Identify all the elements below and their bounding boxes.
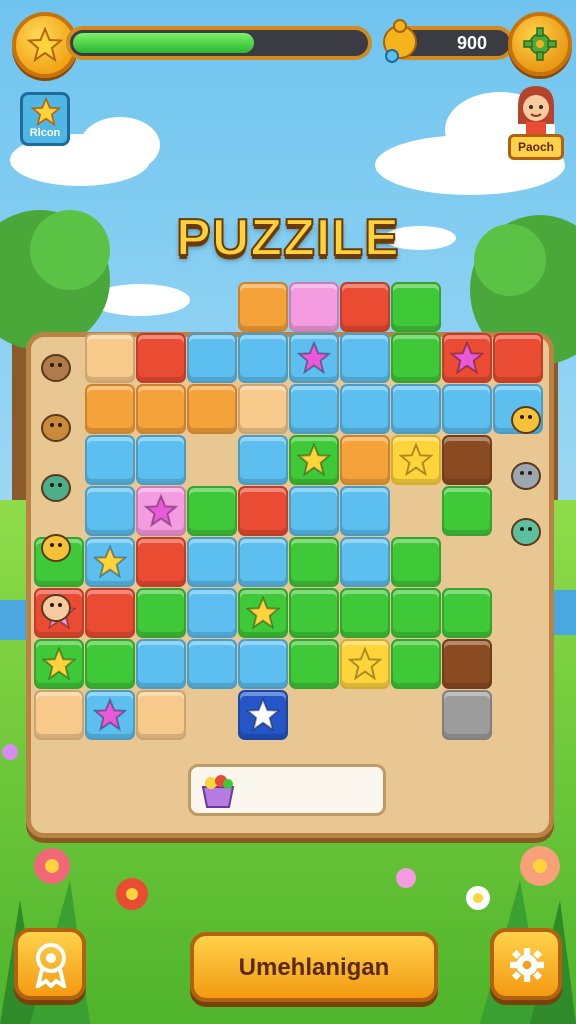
board-tile[interactable] [136,435,186,485]
settings-button[interactable] [508,12,572,76]
board-tile[interactable] [442,435,492,485]
board-tile[interactable] [391,639,441,689]
board-tile[interactable] [442,690,492,740]
board-tile[interactable] [289,384,339,434]
board-tile[interactable] [493,333,543,383]
gear-icon [523,27,557,61]
right-badge-tag: Paoch [508,134,564,160]
board-tile[interactable] [289,486,339,536]
star-icon [246,596,280,630]
board-tile[interactable] [289,282,339,332]
star-icon [31,97,61,127]
board-tile[interactable] [442,486,492,536]
board-tile[interactable] [187,333,237,383]
bucket-icon[interactable] [506,454,546,494]
board-tile[interactable] [289,537,339,587]
board-tile[interactable] [238,384,288,434]
board-tile[interactable] [136,384,186,434]
star-icon [93,545,127,579]
board-tile[interactable] [340,333,390,383]
cheese-icon[interactable] [36,526,76,566]
board-tile[interactable] [85,486,135,536]
board-tile[interactable] [238,282,288,332]
board-tile[interactable] [85,333,135,383]
board-tile[interactable] [136,588,186,638]
board-tile[interactable] [187,588,237,638]
board-tile[interactable] [85,384,135,434]
board-tile[interactable] [238,333,288,383]
board-tile[interactable] [391,588,441,638]
board-tile[interactable] [238,537,288,587]
star-icon [450,341,484,375]
piece-tray[interactable] [188,764,386,816]
board-tile[interactable] [136,333,186,383]
board-tile[interactable] [391,384,441,434]
board-tile[interactable] [442,639,492,689]
board-tile[interactable] [340,486,390,536]
gear-icon [510,948,544,982]
character-icon[interactable] [36,586,76,626]
star-icon [42,647,76,681]
board-tile[interactable] [238,639,288,689]
board-tile[interactable] [187,384,237,434]
left-badge-button[interactable]: Rlcon [20,92,70,146]
board-tile[interactable] [136,690,186,740]
star-icon [399,443,433,477]
board-tile[interactable] [85,639,135,689]
board-tile[interactable] [187,639,237,689]
board-tile[interactable] [340,435,390,485]
star-icon [348,647,382,681]
game-title: PUZZILE [175,208,400,268]
character-icon[interactable] [36,346,76,386]
board-tile[interactable] [187,486,237,536]
board-tile[interactable] [442,588,492,638]
star-icon [144,494,178,528]
star-icon [246,698,280,732]
board-tile[interactable] [340,282,390,332]
star-icon [297,443,331,477]
board-tile[interactable] [340,588,390,638]
board-tile[interactable] [391,537,441,587]
board-tile[interactable] [442,384,492,434]
board-tile[interactable] [85,435,135,485]
right-badge-button[interactable]: Paoch [506,84,566,164]
award-icon [35,943,67,988]
figure-icon[interactable] [506,398,546,438]
star-icon [297,341,331,375]
board-tile[interactable] [289,588,339,638]
main-action-button[interactable]: Umehlanigan [190,932,438,1002]
level-progress-bar [66,26,372,60]
board-tile[interactable] [238,435,288,485]
board-tile[interactable] [289,639,339,689]
board-tile[interactable] [340,537,390,587]
settings-bottom-button[interactable] [490,928,562,1000]
board-tile[interactable] [136,537,186,587]
right-badge-label: Paoch [517,140,554,154]
board-tile[interactable] [391,333,441,383]
fish-icon[interactable] [506,510,546,550]
board-tile[interactable] [85,588,135,638]
score-value: 900 [456,33,488,53]
board-tile[interactable] [34,690,84,740]
board-tile[interactable] [187,537,237,587]
left-badge-label: Rlcon [29,127,61,139]
board-tile[interactable] [340,384,390,434]
level-progress-fill [73,33,254,53]
achievements-button[interactable] [14,928,86,1000]
coin-bag-icon [383,19,417,63]
star-icon [27,27,63,63]
bucket-icon [201,775,235,808]
star-icon [93,698,127,732]
bucket-icon[interactable] [36,406,76,446]
avatar [518,86,554,134]
board-tile[interactable] [136,639,186,689]
board-tile[interactable] [238,486,288,536]
board-tile[interactable] [391,282,441,332]
main-action-label: Umehlanigan [238,954,390,981]
leaf-icon[interactable] [36,466,76,506]
